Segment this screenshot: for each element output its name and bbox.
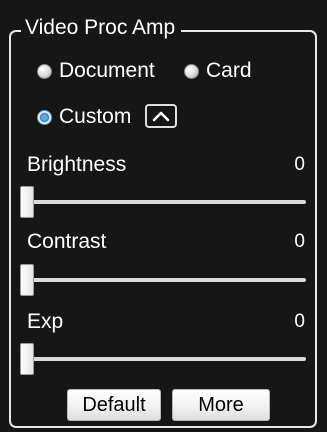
exp-label: Exp: [27, 310, 64, 333]
contrast-slider[interactable]: [20, 264, 306, 296]
radio-card[interactable]: Card: [184, 58, 252, 84]
collapse-custom-button[interactable]: [145, 104, 177, 128]
exp-slider-thumb[interactable]: [20, 343, 34, 375]
chevron-up-icon: [152, 111, 170, 122]
brightness-slider-track[interactable]: [24, 200, 306, 204]
brightness-slider[interactable]: [20, 186, 306, 218]
contrast-slider-thumb[interactable]: [20, 264, 34, 296]
contrast-value: 0: [294, 231, 305, 252]
default-button[interactable]: Default: [67, 389, 161, 421]
brightness-slider-thumb[interactable]: [20, 186, 34, 218]
radio-custom[interactable]: Custom: [37, 104, 131, 130]
radio-document-label: Document: [59, 59, 155, 82]
radio-document-indicator[interactable]: [37, 63, 52, 79]
radio-custom-label: Custom: [59, 105, 132, 128]
brightness-label: Brightness: [27, 153, 127, 176]
radio-card-label: Card: [206, 59, 252, 82]
contrast-slider-track[interactable]: [24, 278, 306, 282]
group-box-title: Video Proc Amp: [21, 14, 182, 42]
brightness-value: 0: [294, 154, 305, 175]
more-button[interactable]: More: [172, 389, 270, 421]
contrast-label: Contrast: [27, 230, 107, 253]
video-proc-amp-panel: Video Proc Amp Document Card Custom Brig…: [0, 0, 327, 432]
radio-custom-indicator[interactable]: [37, 109, 52, 125]
exp-value: 0: [294, 311, 305, 332]
exp-slider-track[interactable]: [24, 357, 306, 361]
exp-slider[interactable]: [20, 343, 306, 375]
radio-card-indicator[interactable]: [184, 63, 199, 79]
radio-document[interactable]: Document: [37, 58, 155, 84]
